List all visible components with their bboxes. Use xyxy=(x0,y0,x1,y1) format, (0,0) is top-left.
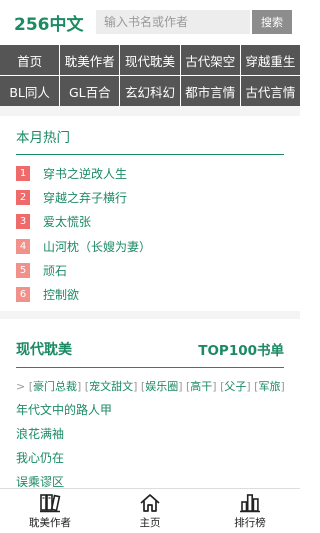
books-icon xyxy=(39,493,61,513)
list-item[interactable]: 2 穿越之弃子横行 xyxy=(16,185,284,209)
rank-badge: 5 xyxy=(16,262,30,278)
book-title-link[interactable]: 年代文中的路人甲 xyxy=(16,398,284,422)
list-item[interactable]: 1 穿书之逆改人生 xyxy=(16,161,284,185)
book-title-link[interactable]: 穿越之弃子横行 xyxy=(43,189,127,206)
tab-home[interactable]: 主页 xyxy=(100,489,200,533)
hot-rank-list: 1 穿书之逆改人生 2 穿越之弃子横行 3 爱太慌张 4 山河枕（长嫂为妻） 5… xyxy=(16,161,284,311)
tab-ranking[interactable]: 排行榜 xyxy=(200,489,300,533)
tab-bl-authors[interactable]: 耽美作者 xyxy=(0,489,100,533)
nav-item-bl-fanfic[interactable]: BL同人 xyxy=(0,76,61,106)
tag-link[interactable]: 娱乐圈 xyxy=(145,380,178,393)
nav-item-scifi[interactable]: 玄幻科幻 xyxy=(120,76,181,106)
list-item[interactable]: 4 山河枕（长嫂为妻） xyxy=(16,234,284,258)
book-title-link[interactable]: 我心仍在 xyxy=(16,446,284,470)
header: 256中文 搜索 xyxy=(0,0,300,44)
category-nav: 首页 耽美作者 现代耽美 古代架空 穿越重生 BL同人 GL百合 玄幻科幻 都市… xyxy=(0,44,300,106)
top100-link[interactable]: TOP100书单 xyxy=(198,339,284,359)
tab-label: 排行榜 xyxy=(234,516,266,529)
nav-row: BL同人 GL百合 玄幻科幻 都市言情 古代言情 xyxy=(0,75,300,106)
book-title-link[interactable]: 顽石 xyxy=(43,262,67,279)
section-gap xyxy=(0,310,300,319)
home-icon xyxy=(139,493,161,513)
book-title-link[interactable]: 山河枕（长嫂为妻） xyxy=(43,238,151,255)
hot-section: 本月热门 1 穿书之逆改人生 2 穿越之弃子横行 3 爱太慌张 4 山河枕（长嫂… xyxy=(0,116,300,311)
book-title-link[interactable]: 控制欲 xyxy=(43,286,79,303)
tag-link[interactable]: 高干 xyxy=(190,380,212,393)
book-title-link[interactable]: 浪花满袖 xyxy=(16,422,284,446)
rank-badge: 2 xyxy=(16,189,30,205)
search-bar: 搜索 xyxy=(96,10,292,34)
nav-item-ancient-romance[interactable]: 古代言情 xyxy=(241,76,300,106)
modern-section: 现代耽美 TOP100书单 > [豪门总裁] [宠文甜文] [娱乐圈] [高干]… xyxy=(0,318,300,494)
nav-item-time-travel[interactable]: 穿越重生 xyxy=(241,45,300,75)
nav-item-ancient-fantasy[interactable]: 古代架空 xyxy=(181,45,241,75)
nav-item-gl[interactable]: GL百合 xyxy=(60,76,121,106)
hot-section-title: 本月热门 xyxy=(16,116,284,155)
tag-list: > [豪门总裁] [宠文甜文] [娱乐圈] [高干] [父子] [军旅] xyxy=(16,379,285,393)
rank-badge: 4 xyxy=(16,238,30,254)
section-gap xyxy=(0,106,300,116)
modern-section-header: 现代耽美 TOP100书单 xyxy=(16,319,284,368)
tags-prefix: > xyxy=(16,379,26,393)
list-item[interactable]: 6 控制欲 xyxy=(16,282,284,306)
ranking-icon xyxy=(239,493,261,513)
tag-link[interactable]: 宠文甜文 xyxy=(89,380,133,393)
tab-label: 耽美作者 xyxy=(29,516,71,529)
search-input[interactable] xyxy=(96,10,250,34)
rank-badge: 3 xyxy=(16,214,30,230)
list-item[interactable]: 3 爱太慌张 xyxy=(16,210,284,234)
bottom-tab-bar: 耽美作者 主页 排行榜 xyxy=(0,488,300,533)
nav-item-home[interactable]: 首页 xyxy=(0,45,61,75)
nav-item-bl-authors[interactable]: 耽美作者 xyxy=(60,45,121,75)
list-item[interactable]: 5 顽石 xyxy=(16,258,284,282)
tag-link[interactable]: 父子 xyxy=(224,380,246,393)
tag-link[interactable]: 军旅 xyxy=(258,380,280,393)
rank-badge: 1 xyxy=(16,165,30,181)
nav-row: 首页 耽美作者 现代耽美 古代架空 穿越重生 xyxy=(0,44,300,75)
tag-link[interactable]: 豪门总裁 xyxy=(33,380,77,393)
book-title-link[interactable]: 爱太慌张 xyxy=(43,213,91,230)
tab-label: 主页 xyxy=(139,516,161,529)
rank-badge: 6 xyxy=(16,287,30,303)
search-button[interactable]: 搜索 xyxy=(252,10,292,34)
nav-item-urban-romance[interactable]: 都市言情 xyxy=(181,76,241,106)
book-title-link[interactable]: 穿书之逆改人生 xyxy=(43,165,127,182)
modern-section-title[interactable]: 现代耽美 xyxy=(16,339,72,359)
nav-item-modern-bl[interactable]: 现代耽美 xyxy=(120,45,181,75)
site-logo[interactable]: 256中文 xyxy=(14,10,96,35)
